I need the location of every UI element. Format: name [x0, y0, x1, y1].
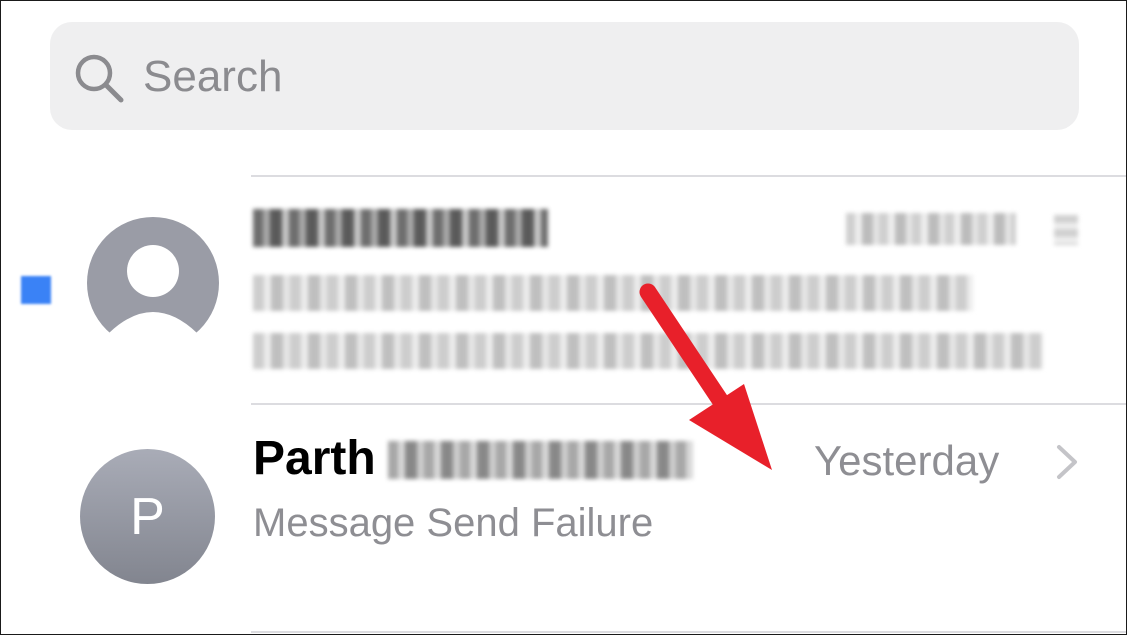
search-input[interactable] [143, 47, 1043, 107]
avatar-initial: P [130, 487, 165, 546]
chevron-right-icon [1057, 445, 1077, 479]
avatar: P [80, 449, 215, 584]
chevron-right-icon [1054, 215, 1078, 245]
message-preview: Message Send Failure [253, 501, 654, 545]
redacted-preview-line-1 [253, 275, 973, 311]
divider [251, 631, 1126, 633]
person-icon [87, 217, 219, 351]
redacted-sender [253, 209, 548, 247]
messages-screen: P Parth Yesterday Message Send Failure [0, 0, 1127, 635]
redacted-surname [388, 441, 693, 479]
message-timestamp: Yesterday [814, 437, 1000, 484]
sender-name: Parth [253, 432, 376, 485]
redacted-timestamp [846, 213, 1016, 245]
unread-indicator [21, 276, 51, 304]
search-icon [75, 54, 124, 103]
redacted-preview-line-2 [253, 333, 1043, 369]
